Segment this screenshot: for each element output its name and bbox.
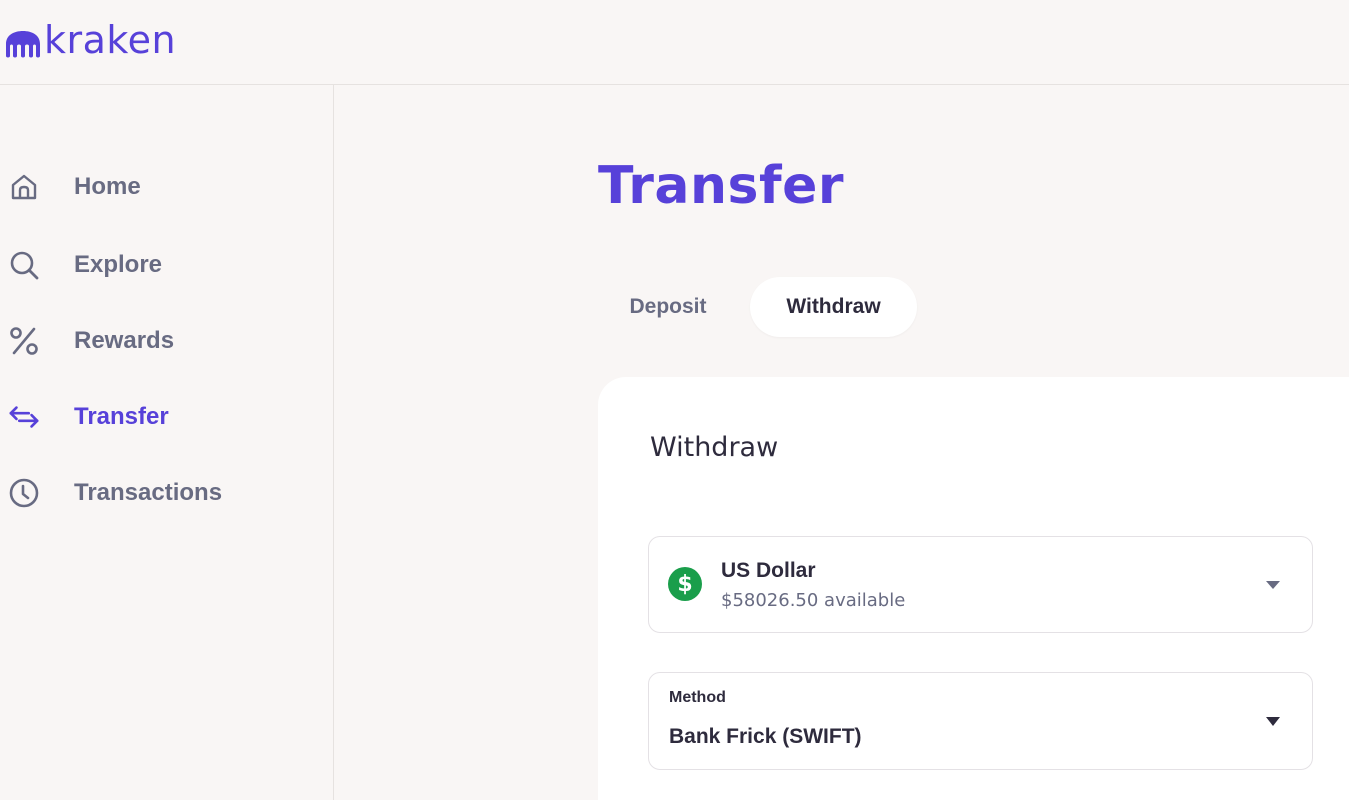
- sidebar-item-label: Home: [74, 173, 141, 200]
- clock-icon: [8, 477, 40, 509]
- transfer-arrows-icon: [8, 401, 40, 433]
- method-select[interactable]: Method Bank Frick (SWIFT): [648, 672, 1313, 770]
- currency-available-balance: $58026.50 available: [721, 590, 906, 611]
- tab-withdraw[interactable]: Withdraw: [750, 277, 917, 337]
- top-bar: kraken: [0, 0, 1349, 85]
- sidebar-item-label: Explore: [74, 251, 163, 278]
- sidebar: Home Explore Rewards Transfer Transactio…: [0, 85, 334, 800]
- home-icon: [8, 171, 40, 203]
- method-label: Method: [669, 689, 726, 706]
- currency-name: US Dollar: [721, 559, 816, 582]
- sidebar-item-explore[interactable]: Explore: [8, 245, 162, 285]
- page-title: Transfer: [598, 156, 844, 216]
- logo-text: kraken: [44, 18, 177, 62]
- withdraw-card: Withdraw $ US Dollar $58026.50 available…: [598, 377, 1349, 800]
- tab-deposit[interactable]: Deposit: [604, 277, 732, 337]
- sidebar-item-label: Rewards: [74, 327, 175, 354]
- sidebar-item-label: Transfer: [74, 403, 169, 430]
- dollar-circle-icon: $: [668, 567, 702, 601]
- search-icon: [8, 249, 40, 281]
- percent-icon: [8, 325, 40, 357]
- chevron-down-icon: [1266, 581, 1280, 589]
- method-value: Bank Frick (SWIFT): [669, 725, 862, 748]
- sidebar-item-home[interactable]: Home: [8, 167, 141, 207]
- currency-select[interactable]: $ US Dollar $58026.50 available: [648, 536, 1313, 633]
- sidebar-item-transactions[interactable]: Transactions: [8, 473, 222, 513]
- kraken-logo[interactable]: kraken: [4, 18, 176, 62]
- card-title: Withdraw: [650, 432, 779, 463]
- sidebar-item-label: Transactions: [74, 479, 223, 506]
- sidebar-item-transfer[interactable]: Transfer: [8, 397, 169, 437]
- chevron-down-icon: [1266, 717, 1280, 726]
- sidebar-item-rewards[interactable]: Rewards: [8, 321, 174, 361]
- kraken-logo-mark-icon: [6, 31, 40, 58]
